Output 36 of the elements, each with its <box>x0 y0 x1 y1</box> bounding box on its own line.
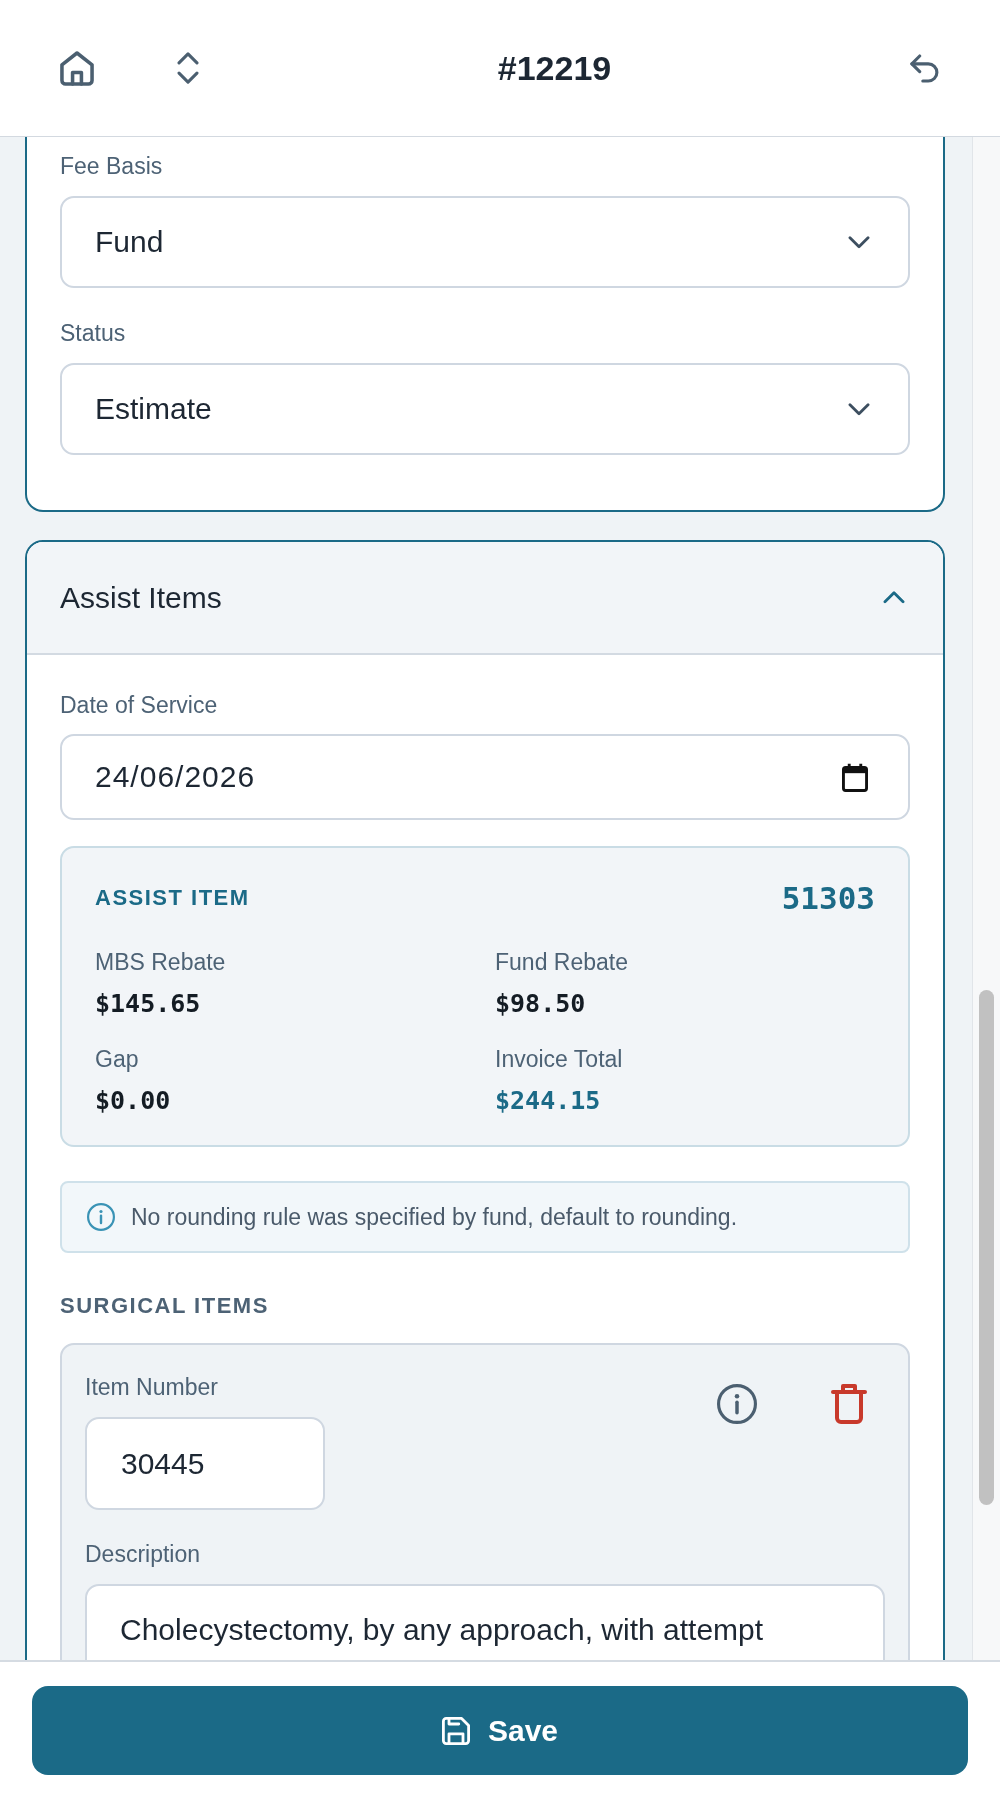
calendar-icon[interactable] <box>842 762 868 792</box>
field-label: Fee Basis <box>60 152 164 181</box>
field-label: Description <box>85 1540 202 1569</box>
item-number-field[interactable]: 30445 <box>85 1417 325 1510</box>
note-text: No rounding rule was specified by fund, default to rounding. <box>131 1203 738 1231</box>
select-field[interactable]: Estimate <box>60 363 910 455</box>
amount-value: $0.00 <box>95 1086 172 1116</box>
amount-label: Gap <box>95 1045 140 1074</box>
scrollbar-track[interactable] <box>972 137 1000 1660</box>
chevron-down-icon <box>848 402 870 416</box>
section-header[interactable]: Assist Items <box>27 542 943 655</box>
item-code: 51303 <box>781 880 875 916</box>
field-label: Status <box>60 319 127 348</box>
page-title: #12219 <box>497 48 612 88</box>
date-field[interactable]: 24/06/2026 <box>60 734 910 820</box>
amount-label: MBS Rebate <box>95 948 227 977</box>
total-value: $244.15 <box>495 1086 602 1116</box>
select-field[interactable]: Fund <box>60 196 910 288</box>
home-icon[interactable] <box>60 50 94 86</box>
field-label: Date of Service <box>60 691 219 720</box>
card-heading: ASSIST ITEM <box>95 885 250 911</box>
chevron-down-icon <box>848 235 870 249</box>
info-icon <box>87 1203 115 1231</box>
amount-label: Invoice Total <box>495 1045 624 1074</box>
section-heading: SURGICAL ITEMS <box>60 1292 270 1320</box>
description-field[interactable]: Cholecystectomy, by any approach, with attempt <box>85 1584 885 1660</box>
amount-label: Fund Rebate <box>495 948 629 977</box>
info-icon[interactable] <box>717 1384 757 1424</box>
undo-arrow-icon[interactable] <box>910 53 940 83</box>
field-label: Item Number <box>85 1373 219 1402</box>
trash-icon[interactable] <box>831 1384 867 1424</box>
amount-value: $98.50 <box>495 989 587 1019</box>
up-down-chevron-icon[interactable] <box>177 52 199 84</box>
amount-value: $145.65 <box>95 989 202 1019</box>
save-button[interactable]: Save <box>32 1686 968 1775</box>
scrollbar-thumb[interactable] <box>979 990 994 1505</box>
